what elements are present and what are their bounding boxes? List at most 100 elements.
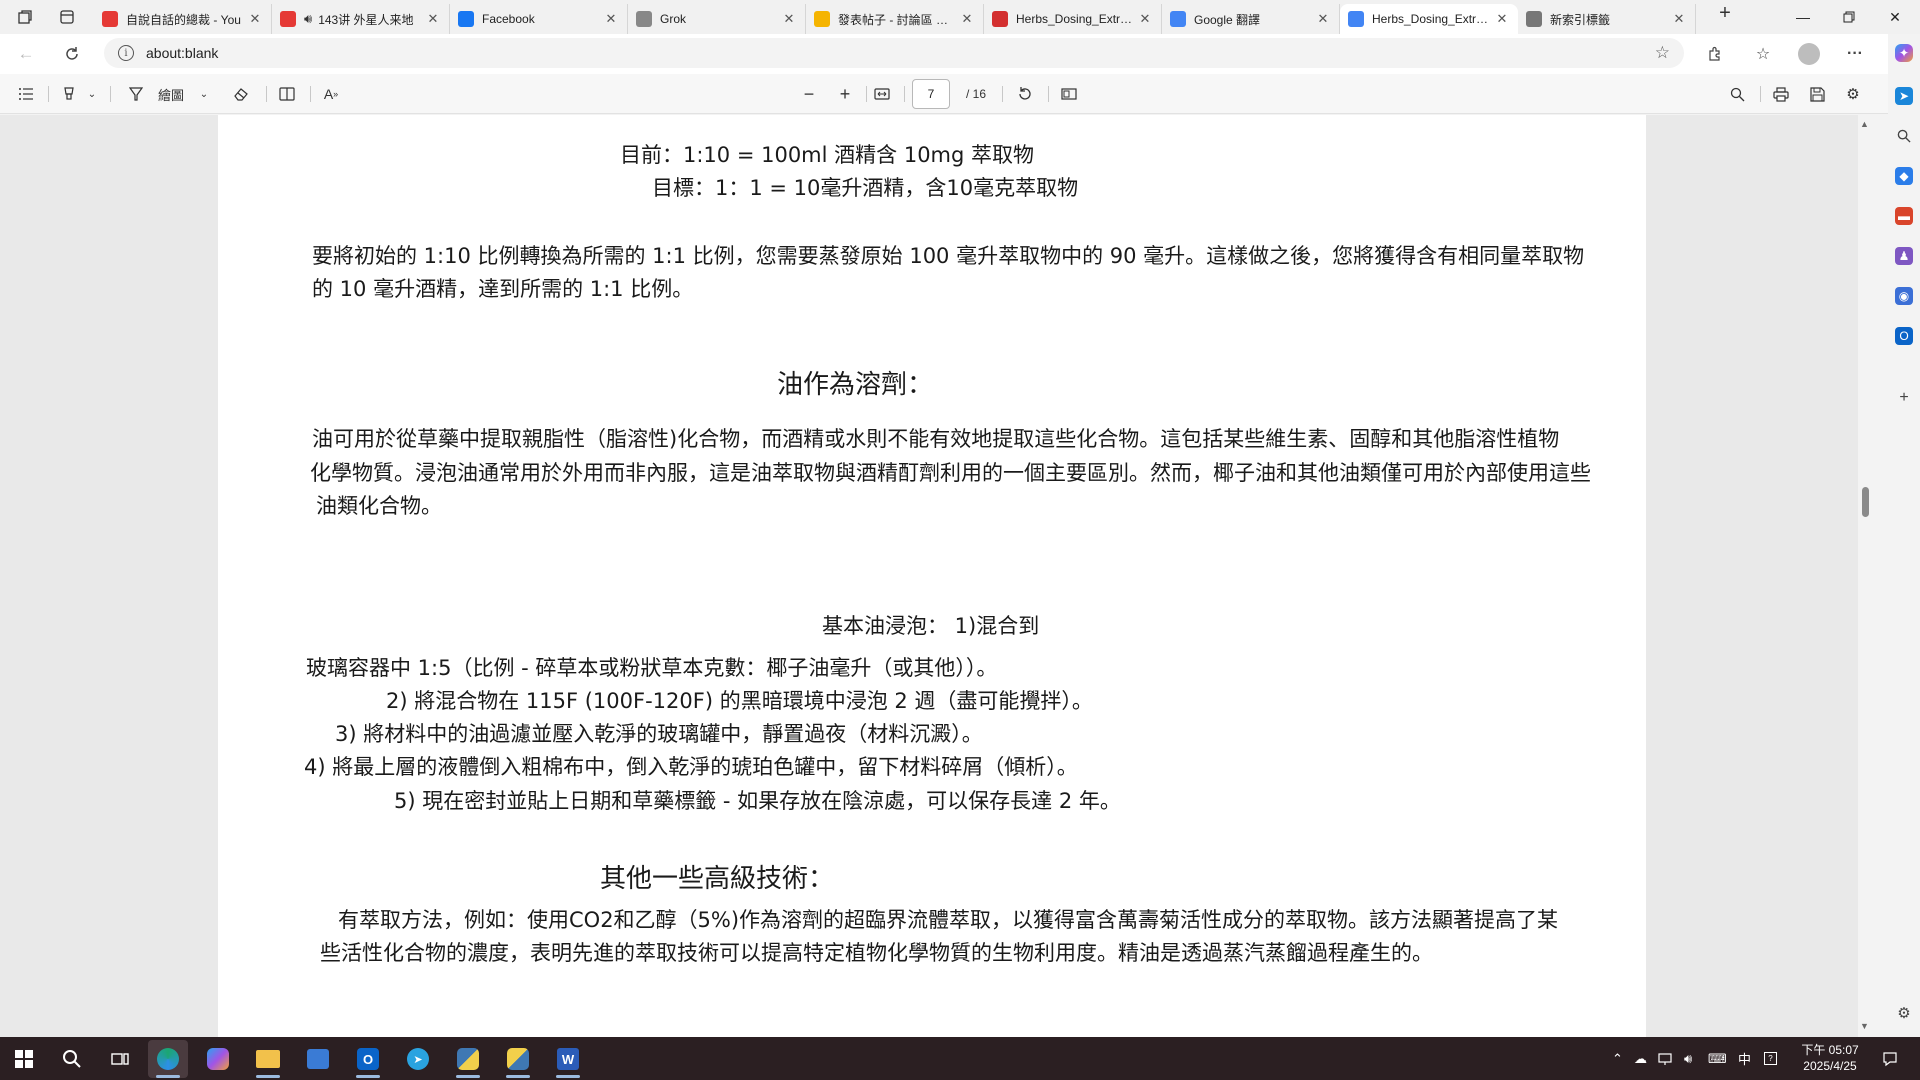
tab-close-icon[interactable]: ✕ [959, 11, 975, 27]
copilot-taskbar-icon[interactable] [198, 1040, 238, 1078]
file-explorer-icon[interactable] [248, 1040, 288, 1078]
doc-line: 目標：1：1 = 10毫升酒精，含10毫克萃取物 [652, 176, 1079, 200]
doc-line: 要將初始的 1:10 比例轉換為所需的 1:1 比例，您需要蒸發原始 100 毫… [312, 244, 1585, 268]
highlight-icon[interactable] [56, 80, 82, 108]
save-icon[interactable] [1804, 80, 1830, 108]
sidebar-settings-icon[interactable]: ⚙ [1895, 1004, 1913, 1022]
close-window-button[interactable]: ✕ [1872, 0, 1918, 34]
keyboard-icon[interactable]: ⌨ [1708, 1037, 1727, 1080]
tab-actions-icon[interactable] [50, 0, 84, 34]
youtube-icon [280, 11, 296, 27]
search-icon[interactable] [1724, 80, 1750, 108]
page-view-icon[interactable] [1056, 80, 1082, 108]
favorite-star-icon[interactable]: ☆ [1655, 43, 1670, 63]
url-field[interactable]: i about:blank ☆ [104, 38, 1684, 68]
tab-close-icon[interactable]: ✕ [1315, 11, 1331, 27]
word-icon[interactable]: W [548, 1040, 588, 1078]
outlook-icon[interactable]: O [1895, 327, 1913, 345]
vertical-scrollbar[interactable]: ▲ ▼ [1858, 115, 1872, 1037]
newtab-icon [1526, 11, 1542, 27]
tab-close-icon[interactable]: ✕ [1137, 11, 1153, 27]
restore-button[interactable] [1826, 0, 1872, 34]
notifications-icon[interactable] [1882, 1037, 1898, 1080]
refresh-button[interactable] [54, 38, 90, 70]
profile-avatar[interactable] [1792, 38, 1826, 70]
site-info-icon[interactable]: i [118, 45, 134, 61]
browser-tab[interactable]: Google 翻譯 ✕ [1162, 4, 1340, 34]
search-icon[interactable] [1895, 127, 1913, 145]
eraser-icon[interactable] [228, 80, 254, 108]
send-icon[interactable]: ➤ [1895, 87, 1913, 105]
browser-tab[interactable]: 發表帖子 - 討論區 墨新 ✕ [806, 4, 984, 34]
rotate-icon[interactable] [1012, 80, 1038, 108]
scroll-up-arrow[interactable]: ▲ [1860, 119, 1869, 129]
add-sidebar-app-icon[interactable]: + [1895, 389, 1913, 407]
pdf-settings-icon[interactable]: ⚙ [1840, 80, 1866, 108]
page-number-input[interactable]: 7 [912, 79, 950, 109]
python-icon[interactable] [448, 1040, 488, 1078]
taskbar-search-icon[interactable] [52, 1040, 92, 1078]
microsoft365-icon[interactable]: ◉ [1895, 287, 1913, 305]
doc-line: 4) 將最上層的液體倒入粗棉布中，倒入乾淨的琥珀色罐中，留下材料碎屑（傾析）。 [304, 755, 1078, 779]
browser-tab[interactable]: 🔊︎ 143讲 外星人来地 ✕ [272, 4, 450, 34]
minimize-button[interactable]: — [1780, 0, 1826, 34]
tab-close-icon[interactable]: ✕ [247, 11, 263, 27]
zoom-out-button[interactable]: − [796, 80, 822, 108]
browser-tab[interactable]: Herbs_Dosing_Extracti ✕ [984, 4, 1162, 34]
doc-line: 玻璃容器中 1:5（比例 - 碎草本或粉狀草本克數：椰子油毫升（或其他））。 [306, 656, 998, 680]
tab-audio-icon[interactable]: 🔊︎ [304, 11, 312, 27]
browser-tab[interactable]: 新索引標籤 ✕ [1518, 4, 1696, 34]
task-view-icon[interactable] [100, 1040, 140, 1078]
clock-time: 下午 05:07 [1801, 1043, 1859, 1057]
fit-width-icon[interactable] [868, 80, 896, 108]
draw-icon[interactable] [124, 80, 148, 108]
read-aloud-icon[interactable]: A» [318, 80, 344, 108]
edge-taskbar-icon[interactable] [148, 1040, 188, 1078]
copilot-icon[interactable]: ✦ [1895, 44, 1913, 62]
tab-close-icon[interactable]: ✕ [1671, 11, 1687, 27]
browser-tab[interactable]: Facebook ✕ [450, 4, 628, 34]
browser-tab[interactable]: Herbs_Dosing_Extracti ✕ [1340, 4, 1518, 34]
contents-icon[interactable] [12, 80, 40, 108]
print-icon[interactable] [1768, 80, 1794, 108]
back-button[interactable]: ← [8, 38, 44, 70]
onedrive-icon[interactable]: ☁ [1634, 1037, 1647, 1080]
browser-tab[interactable]: Grok ✕ [628, 4, 806, 34]
tab-close-icon[interactable]: ✕ [603, 11, 619, 27]
shopping-icon[interactable]: ◆ [1895, 167, 1913, 185]
new-tab-button[interactable]: + [1708, 2, 1742, 25]
address-bar: ← i about:blank ☆ ☆ ··· [0, 34, 1920, 74]
tab-close-icon[interactable]: ✕ [425, 11, 441, 27]
two-page-view-icon[interactable] [274, 80, 300, 108]
tab-title: 新索引標籤 [1550, 12, 1611, 27]
outlook-taskbar-icon[interactable]: O [348, 1040, 388, 1078]
scroll-down-arrow[interactable]: ▼ [1860, 1021, 1869, 1031]
store-icon[interactable] [298, 1040, 338, 1078]
network-icon[interactable] [1658, 1037, 1674, 1080]
tab-close-icon[interactable]: ✕ [1494, 11, 1510, 27]
ime-indicator[interactable]: 中 [1738, 1037, 1751, 1080]
ime-mode-icon[interactable]: ? [1764, 1037, 1777, 1080]
tab-close-icon[interactable]: ✕ [781, 11, 797, 27]
more-menu-icon[interactable]: ··· [1838, 38, 1872, 70]
draw-dropdown-icon[interactable]: ⌄ [196, 80, 212, 108]
tab-title: Google 翻譯 [1194, 12, 1261, 27]
tools-icon[interactable]: ▬ [1895, 207, 1913, 225]
system-clock[interactable]: 下午 05:07 2025/4/25 [1788, 1042, 1872, 1074]
zoom-in-button[interactable]: + [832, 80, 858, 108]
start-icon[interactable] [4, 1040, 44, 1078]
draw-label[interactable]: 繪圖 [154, 80, 188, 108]
favorites-icon[interactable]: ☆ [1746, 38, 1780, 70]
workspaces-icon[interactable] [8, 0, 42, 34]
highlight-dropdown-icon[interactable]: ⌄ [84, 80, 100, 108]
games-icon[interactable]: ♟ [1895, 247, 1913, 265]
scroll-thumb[interactable] [1862, 487, 1869, 517]
show-hidden-icons[interactable]: ⌃ [1612, 1037, 1623, 1080]
pdf-viewer[interactable]: 目前：1:10 = 100ml 酒精含 10mg 萃取物 目標：1：1 = 10… [0, 115, 1872, 1037]
python-idle-icon[interactable] [498, 1040, 538, 1078]
telegram-icon[interactable]: ➤ [398, 1040, 438, 1078]
browser-tab[interactable]: 自說自話的總裁 - You ✕ [94, 4, 272, 34]
volume-icon[interactable]: 🔊︎ [1684, 1037, 1692, 1080]
doc-line: 油可用於從草藥中提取親脂性（脂溶性)化合物，而酒精或水則不能有效地提取這些化合物… [312, 427, 1560, 451]
extensions-icon[interactable] [1698, 38, 1732, 70]
